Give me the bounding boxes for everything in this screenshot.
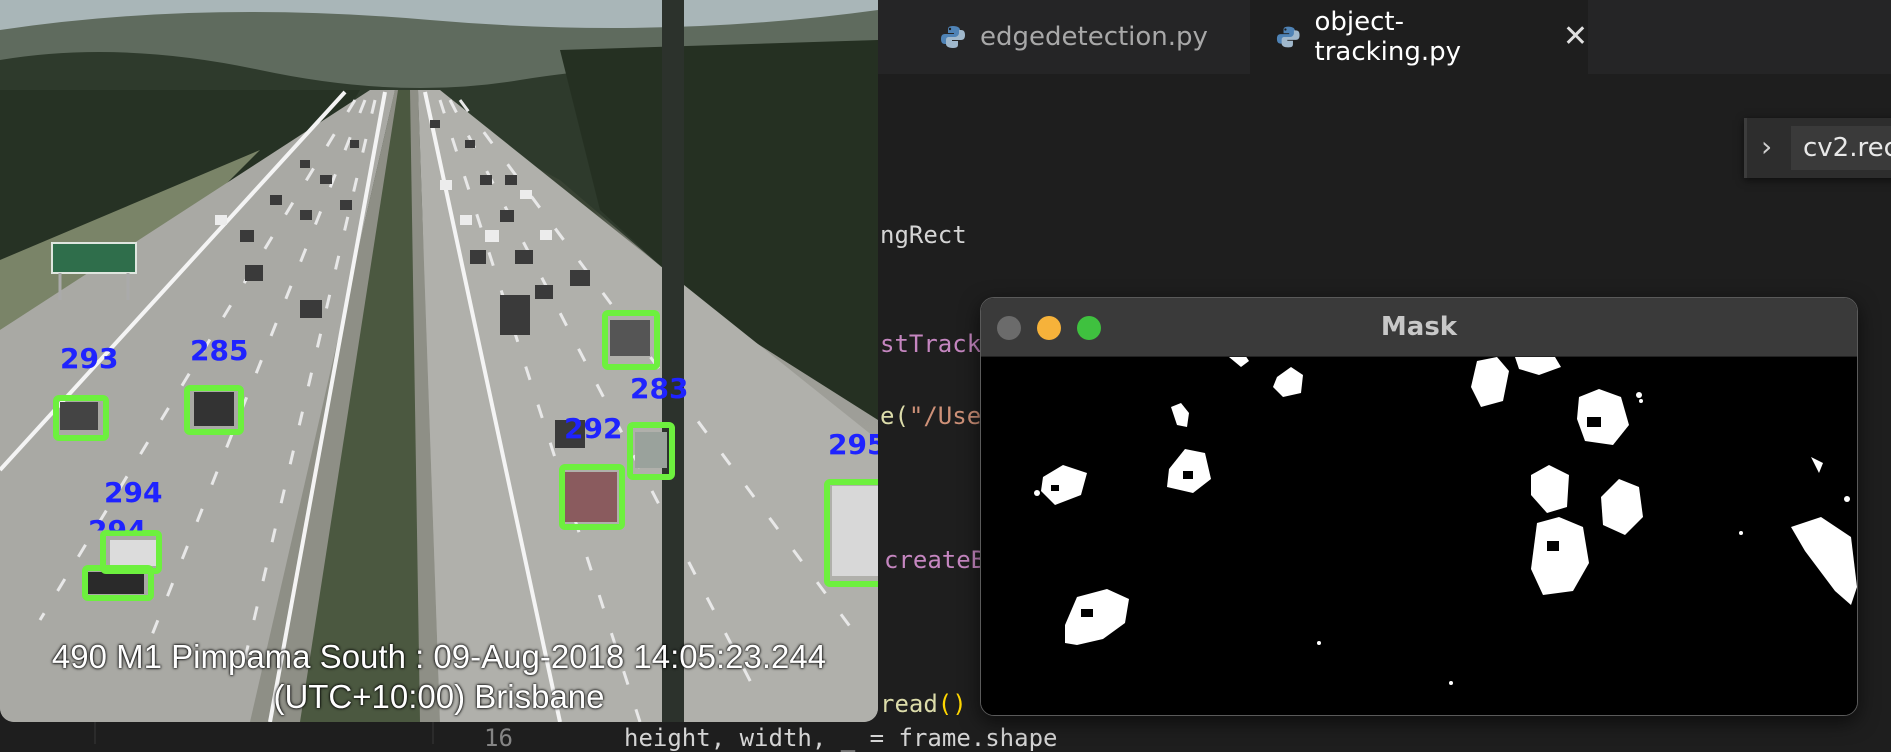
code-token: read (880, 690, 938, 718)
code-fragment: stTracke (880, 330, 996, 358)
tab-label: object-tracking.py (1314, 7, 1462, 67)
code-token: e( (880, 402, 909, 430)
track-id-label: 292 (564, 412, 623, 445)
mask-window[interactable]: Mask (980, 297, 1858, 716)
find-input[interactable]: cv2.rect (1791, 126, 1891, 170)
tab-object-tracking[interactable]: object-tracking.py ✕ (1250, 0, 1588, 74)
track-id-label: 295 (828, 428, 878, 461)
foreground-mask-image (981, 357, 1857, 715)
tab-edgedetection[interactable]: edgedetection.py (940, 0, 1260, 74)
camera-caption-line1: 490 M1 Pimpama South : 09-Aug-2018 14:05… (51, 638, 827, 675)
line-number: 16 (484, 724, 513, 752)
code-line: height, width, _ = frame.shape (624, 724, 1058, 752)
code-line: read() (880, 690, 967, 718)
window-title: Mask (1380, 312, 1458, 342)
track-id-label: 293 (60, 342, 119, 375)
code-fragment: createB (884, 546, 986, 574)
window-titlebar[interactable]: Mask (981, 298, 1857, 357)
python-icon (1276, 26, 1300, 48)
find-widget[interactable]: › cv2.rect (1744, 118, 1891, 178)
code-fragment: ngRect (880, 221, 967, 249)
python-icon (941, 26, 965, 48)
close-icon[interactable]: ✕ (1563, 22, 1588, 52)
highway-scene (0, 0, 878, 722)
code-token: () (937, 690, 967, 718)
track-id-label: 283 (630, 372, 689, 405)
tab-label: edgedetection.py (980, 22, 1208, 52)
track-id-label: 294 (104, 476, 163, 509)
video-frame-window[interactable]: 293 285 294 294 283 292 295 490 M1 Pimpa… (0, 0, 878, 722)
track-id-label: 285 (190, 334, 249, 367)
code-line: e("/User (880, 402, 996, 430)
chevron-right-icon[interactable]: › (1761, 130, 1772, 163)
camera-caption-line2: (UTC+10:00) Brisbane (273, 678, 605, 715)
